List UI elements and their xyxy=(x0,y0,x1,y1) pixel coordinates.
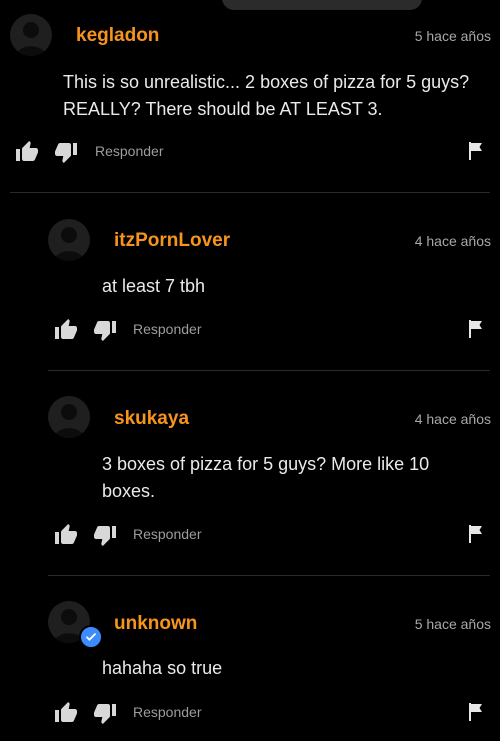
comment-actions: Responder xyxy=(54,318,500,342)
comment-timestamp: 4 hace años xyxy=(414,233,491,249)
user-avatar-icon xyxy=(54,227,84,261)
reply-button[interactable]: Responder xyxy=(133,526,202,542)
comment-author[interactable]: kegladon xyxy=(76,25,159,47)
reply-button[interactable]: Responder xyxy=(133,321,202,337)
top-overlay-pill xyxy=(222,0,422,10)
comment-actions: Responder xyxy=(15,140,500,164)
comment-timestamp: 4 hace años xyxy=(414,411,491,427)
user-avatar-icon xyxy=(54,404,84,438)
comment-author[interactable]: unknown xyxy=(114,613,197,635)
thumbs-up-icon[interactable] xyxy=(54,701,78,725)
flag-icon[interactable] xyxy=(466,524,486,544)
avatar[interactable] xyxy=(48,219,90,261)
avatar[interactable] xyxy=(10,14,52,56)
comment-text: 3 boxes of pizza for 5 guys? More like 1… xyxy=(102,454,430,501)
comment-author[interactable]: skukaya xyxy=(114,408,189,430)
comment-divider xyxy=(48,575,490,576)
reply-button[interactable]: Responder xyxy=(133,704,202,720)
thumbs-down-icon[interactable] xyxy=(54,140,78,164)
user-avatar-icon xyxy=(16,22,46,56)
verified-check-icon xyxy=(79,625,103,649)
comment-actions: Responder xyxy=(54,701,500,725)
comment-text: at least 7 tbh xyxy=(102,276,206,296)
avatar[interactable] xyxy=(48,396,90,438)
comment-text: hahaha so true xyxy=(102,658,223,678)
thumbs-up-icon[interactable] xyxy=(15,140,39,164)
comment-author[interactable]: itzPornLover xyxy=(114,230,230,252)
comment-timestamp: 5 hace años xyxy=(414,616,491,632)
comment-divider xyxy=(48,370,490,371)
thumbs-down-icon[interactable] xyxy=(93,523,117,547)
flag-icon[interactable] xyxy=(466,141,486,161)
flag-icon[interactable] xyxy=(466,702,486,722)
reply-button[interactable]: Responder xyxy=(95,143,164,159)
thumbs-down-icon[interactable] xyxy=(93,318,117,342)
thumbs-up-icon[interactable] xyxy=(54,318,78,342)
thumbs-down-icon[interactable] xyxy=(93,701,117,725)
comment-timestamp: 5 hace años xyxy=(414,28,491,44)
comment-divider xyxy=(10,192,490,193)
comment-text: This is so unrealistic... 2 boxes of piz… xyxy=(63,72,470,119)
thumbs-up-icon[interactable] xyxy=(54,523,78,547)
comment-actions: Responder xyxy=(54,523,500,547)
flag-icon[interactable] xyxy=(466,319,486,339)
